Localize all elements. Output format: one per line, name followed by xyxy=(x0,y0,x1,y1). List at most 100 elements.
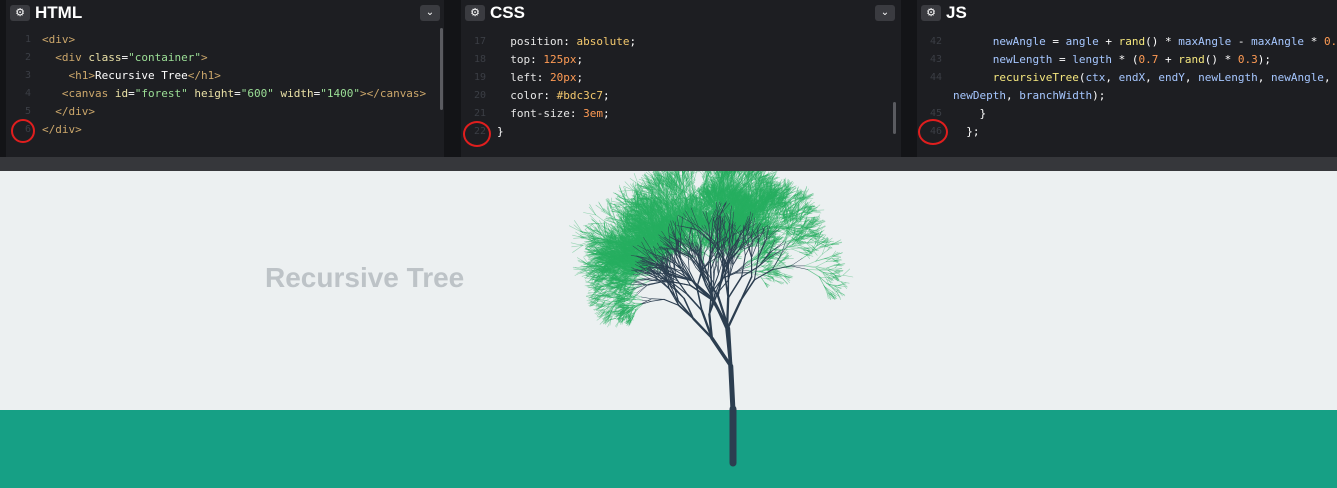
code-token: 0.7 xyxy=(1138,53,1158,66)
code-line[interactable]: 19 left: 20px; xyxy=(461,69,901,87)
code-text: newAngle = angle + rand() * maxAngle - m… xyxy=(953,33,1337,51)
code-token: ; xyxy=(577,71,584,84)
code-line[interactable]: 4 <canvas id="forest" height="600" width… xyxy=(6,85,444,103)
code-token: : xyxy=(570,107,583,120)
code-text: </div> xyxy=(42,121,82,139)
gear-icon[interactable]: ⚙ xyxy=(10,5,30,21)
code-line[interactable]: 44 recursiveTree(ctx, endX, endY, newLen… xyxy=(917,69,1337,87)
css-editor-panel[interactable]: ⚙ CSS ⌄ 17 position: absolute; 18 top: 12… xyxy=(461,0,901,157)
code-token: height xyxy=(188,87,234,100)
code-token: : xyxy=(530,53,543,66)
code-text: font-size: 3em; xyxy=(497,105,610,123)
code-token: ; xyxy=(603,107,610,120)
code-line[interactable]: 5 </div> xyxy=(6,103,444,121)
code-text: recursiveTree(ctx, endX, endY, newLength… xyxy=(953,69,1331,87)
code-token: () * xyxy=(1205,53,1238,66)
code-token: "container" xyxy=(128,51,201,64)
code-token: branchWidth xyxy=(1019,89,1092,102)
code-token: * ( xyxy=(1119,53,1139,66)
code-token: newAngle xyxy=(953,35,1052,48)
code-token: <canvas xyxy=(42,87,115,100)
code-token: color xyxy=(497,89,543,102)
code-token: maxAngle xyxy=(1178,35,1238,48)
code-token: , xyxy=(1258,71,1271,84)
code-token: </div> xyxy=(42,123,82,136)
code-line[interactable]: 21 font-size: 3em; xyxy=(461,105,901,123)
code-line[interactable]: 43 newLength = length * (0.7 + rand() * … xyxy=(917,51,1337,69)
line-number: 19 xyxy=(461,69,486,87)
code-text: <canvas id="forest" height="600" width="… xyxy=(42,85,426,103)
html-scrollbar[interactable] xyxy=(440,28,443,110)
code-line[interactable]: 3 <h1>Recursive Tree</h1> xyxy=(6,67,444,85)
code-token: 20px xyxy=(550,71,577,84)
code-line[interactable]: 42 newAngle = angle + rand() * maxAngle … xyxy=(917,33,1337,51)
code-token: </div> xyxy=(42,105,95,118)
code-token: "1400" xyxy=(320,87,360,100)
code-token: + xyxy=(1105,35,1118,48)
line-number: 43 xyxy=(917,51,942,69)
code-token: , xyxy=(1006,89,1019,102)
code-token: 125px xyxy=(543,53,576,66)
code-token: > xyxy=(201,51,208,64)
code-line[interactable]: 6 </div> xyxy=(6,121,444,139)
code-token: - xyxy=(1238,35,1251,48)
code-token: class xyxy=(88,51,121,64)
code-token: endY xyxy=(1158,71,1185,84)
code-token: rand xyxy=(1178,53,1205,66)
code-line[interactable]: 46 }; xyxy=(917,123,1337,141)
code-line[interactable]: 18 top: 125px; xyxy=(461,51,901,69)
code-token: length xyxy=(1072,53,1118,66)
code-line[interactable]: 17 position: absolute; xyxy=(461,33,901,51)
code-token: ; xyxy=(603,89,610,102)
code-line[interactable]: 2 <div class="container"> xyxy=(6,49,444,67)
annotation-circle xyxy=(918,119,948,145)
line-number: 42 xyxy=(917,33,942,51)
code-token: ; xyxy=(577,53,584,66)
line-number: 5 xyxy=(6,103,31,121)
chevron-down-icon[interactable]: ⌄ xyxy=(420,5,440,21)
code-token: : xyxy=(537,71,550,84)
code-token: position xyxy=(497,35,563,48)
code-token: 0.3 xyxy=(1238,53,1258,66)
code-token: recursiveTree xyxy=(953,71,1079,84)
code-line[interactable]: 45 } xyxy=(917,105,1337,123)
html-editor-panel[interactable]: ⚙ HTML ⌄ 1 <div> 2 <div class="container">… xyxy=(6,0,444,157)
resize-divider[interactable] xyxy=(0,157,1337,171)
code-text: top: 125px; xyxy=(497,51,583,69)
code-token: absolute xyxy=(576,35,629,48)
code-token: : xyxy=(543,89,556,102)
code-token: "forest" xyxy=(135,87,188,100)
css-code[interactable]: 17 position: absolute; 18 top: 125px; 19 l… xyxy=(461,26,901,157)
js-code[interactable]: 42 newAngle = angle + rand() * maxAngle … xyxy=(917,26,1337,157)
code-token: id xyxy=(115,87,128,100)
code-line[interactable]: 20 color: #bdc3c7; xyxy=(461,87,901,105)
code-text: <h1>Recursive Tree</h1> xyxy=(42,67,220,85)
html-code[interactable]: 1 <div> 2 <div class="container"> 3 <h1>Rec… xyxy=(6,26,444,157)
chevron-down-icon[interactable]: ⌄ xyxy=(875,5,895,21)
code-text: newDepth, branchWidth); xyxy=(953,87,1105,105)
css-scrollbar[interactable] xyxy=(893,102,896,134)
code-token: newAngle xyxy=(1271,71,1324,84)
code-text: position: absolute; xyxy=(497,33,636,51)
js-editor-panel[interactable]: ⚙ JS 42 newAngle = angle + rand() * maxA… xyxy=(917,0,1337,157)
gear-icon[interactable]: ⚙ xyxy=(921,5,941,21)
code-token: : xyxy=(563,35,576,48)
css-panel-header: ⚙ CSS ⌄ xyxy=(461,0,901,26)
code-line[interactable]: 1 <div> xyxy=(6,31,444,49)
code-token: font-size xyxy=(497,107,570,120)
line-number: 20 xyxy=(461,87,486,105)
code-token: * xyxy=(1311,35,1324,48)
code-text: } xyxy=(953,105,986,123)
line-number: 44 xyxy=(917,69,942,87)
code-line[interactable]: newDepth, branchWidth); xyxy=(917,87,1337,105)
code-line[interactable]: 22} xyxy=(461,123,901,141)
gear-icon[interactable]: ⚙ xyxy=(465,5,485,21)
page-title: Recursive Tree xyxy=(265,262,464,294)
code-token: "600" xyxy=(241,87,274,100)
css-panel-title: CSS xyxy=(490,2,525,24)
annotation-circle xyxy=(463,121,491,147)
code-token: = xyxy=(1052,35,1065,48)
html-panel-title: HTML xyxy=(35,2,82,24)
code-token: = xyxy=(234,87,241,100)
code-token: width xyxy=(274,87,313,100)
